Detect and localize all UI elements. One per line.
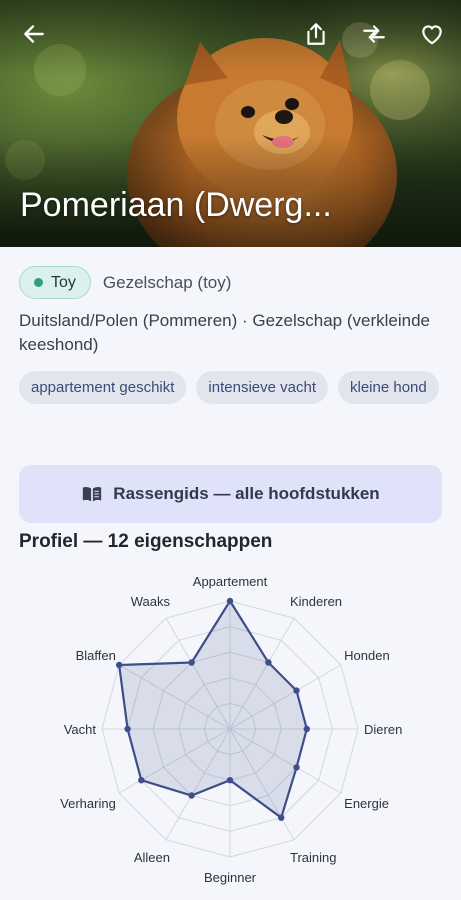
radar-point — [138, 777, 145, 784]
profile-title: Profiel — 12 eigenschappen — [19, 531, 273, 552]
radar-point — [124, 725, 131, 733]
group-description: Gezelschap (toy) — [102, 272, 232, 292]
radar-point — [188, 659, 195, 666]
radar-point — [226, 597, 234, 605]
radar-point — [226, 777, 234, 784]
radar-axis-label: Beginner — [204, 870, 257, 885]
tag-apartment[interactable]: appartement geschikt — [19, 371, 187, 404]
group-chip[interactable]: Toy — [19, 266, 91, 299]
radar-axis-label: Verharing — [60, 796, 116, 811]
group-chip-label: Toy — [51, 273, 76, 291]
arrow-left-icon — [24, 25, 44, 43]
radar-axis-label: Appartement — [193, 574, 268, 589]
radar-axis-label: Training — [290, 850, 336, 865]
radar-point — [188, 792, 195, 799]
radar-axis-label: Alleen — [134, 850, 170, 865]
profile-radar-chart: Appartement Kinderen Honden Dieren Energie Tr… — [60, 574, 402, 885]
book-open-icon — [83, 486, 102, 502]
favorite-button[interactable] — [416, 18, 448, 50]
breed-guide-button[interactable]: Rassengids — alle hoofdstukken — [19, 465, 442, 523]
origin-text: Duitsland/Polen (Pommeren) · Gezelschap … — [19, 311, 431, 354]
radar-axis-label: Honden — [344, 648, 390, 663]
radar-point — [115, 661, 123, 669]
radar-series-area — [118, 599, 308, 819]
breed-guide-label: Rassengids — alle hoofdstukken — [113, 484, 380, 503]
radar-axis-label: Vacht — [64, 722, 97, 737]
tag-coat[interactable]: intensieve vacht — [196, 371, 328, 404]
tag-list: appartement geschikt intensieve vacht kl… — [19, 371, 449, 404]
radar-axis-label: Dieren — [364, 722, 402, 737]
compare-button[interactable] — [358, 18, 390, 50]
radar-point — [293, 687, 300, 694]
back-button[interactable] — [18, 18, 50, 50]
group-row: Toy Gezelschap (toy) — [19, 266, 231, 299]
breed-title: Pomeriaan (Dwerg... — [20, 186, 332, 224]
tag-small-dog[interactable]: kleine hond — [338, 371, 439, 404]
radar-axis-label: Energie — [344, 796, 389, 811]
radar-point — [303, 725, 310, 733]
group-dot-icon — [34, 278, 43, 287]
share-icon — [307, 23, 325, 45]
hero-image: Pomeriaan (Dwerg... — [0, 0, 461, 247]
radar-axis-label: Blaffen — [76, 648, 116, 663]
radar-axis-label: Kinderen — [290, 594, 342, 609]
heart-icon — [422, 25, 442, 45]
compare-icon — [363, 25, 385, 43]
radar-point — [293, 764, 300, 771]
radar-axis-label: Waaks — [131, 594, 171, 609]
share-button[interactable] — [300, 18, 332, 50]
radar-point — [265, 659, 272, 666]
radar-point — [278, 814, 285, 821]
